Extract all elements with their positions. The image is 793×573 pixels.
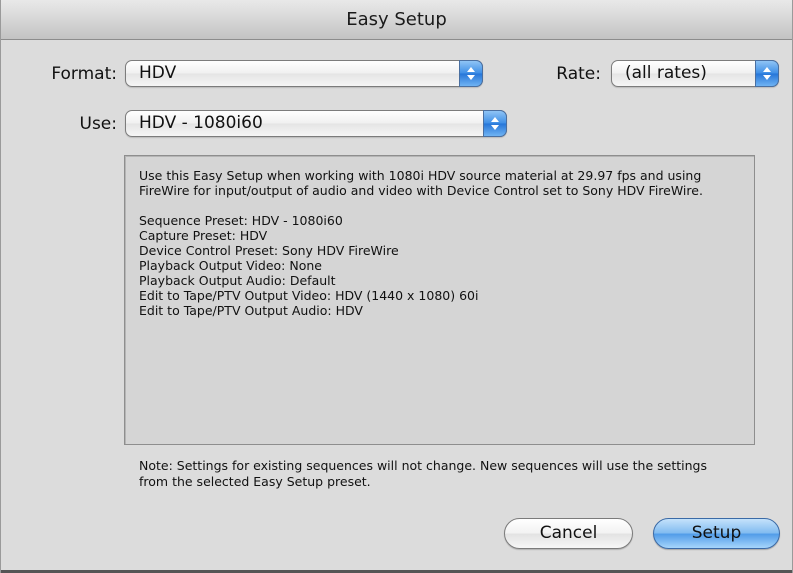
format-value: HDV	[139, 63, 177, 83]
updown-arrows-icon	[459, 60, 483, 87]
updown-arrows-icon	[755, 60, 779, 87]
description-line: Device Control Preset: Sony HDV FireWire	[139, 243, 399, 258]
format-popup[interactable]: HDV	[125, 60, 483, 87]
description-box: Use this Easy Setup when working with 10…	[124, 155, 755, 445]
description-line: Edit to Tape/PTV Output Video: HDV (1440…	[139, 288, 479, 303]
format-label: Format:	[51, 64, 117, 84]
description-line: Sequence Preset: HDV - 1080i60	[139, 213, 343, 228]
setup-button[interactable]: Setup	[653, 518, 780, 549]
note-text: Note: Settings for existing sequences wi…	[139, 458, 707, 489]
rate-label: Rate:	[556, 64, 601, 84]
rate-popup[interactable]: (all rates)	[611, 60, 779, 87]
window-title: Easy Setup	[346, 9, 447, 30]
cancel-button[interactable]: Cancel	[504, 518, 633, 549]
description-line: Playback Output Video: None	[139, 258, 322, 273]
description-intro: Use this Easy Setup when working with 10…	[139, 168, 703, 198]
rate-value: (all rates)	[625, 63, 707, 83]
use-popup[interactable]: HDV - 1080i60	[125, 110, 507, 137]
description-line: Playback Output Audio: Default	[139, 273, 336, 288]
title-bar[interactable]: Easy Setup	[1, 0, 792, 40]
use-value: HDV - 1080i60	[139, 113, 263, 133]
description-line: Capture Preset: HDV	[139, 228, 268, 243]
easy-setup-window: Easy Setup Format: HDV Rate: (all rates)…	[0, 0, 793, 573]
use-label: Use:	[79, 114, 118, 134]
description-line: Edit to Tape/PTV Output Audio: HDV	[139, 303, 363, 318]
updown-arrows-icon	[483, 110, 507, 137]
